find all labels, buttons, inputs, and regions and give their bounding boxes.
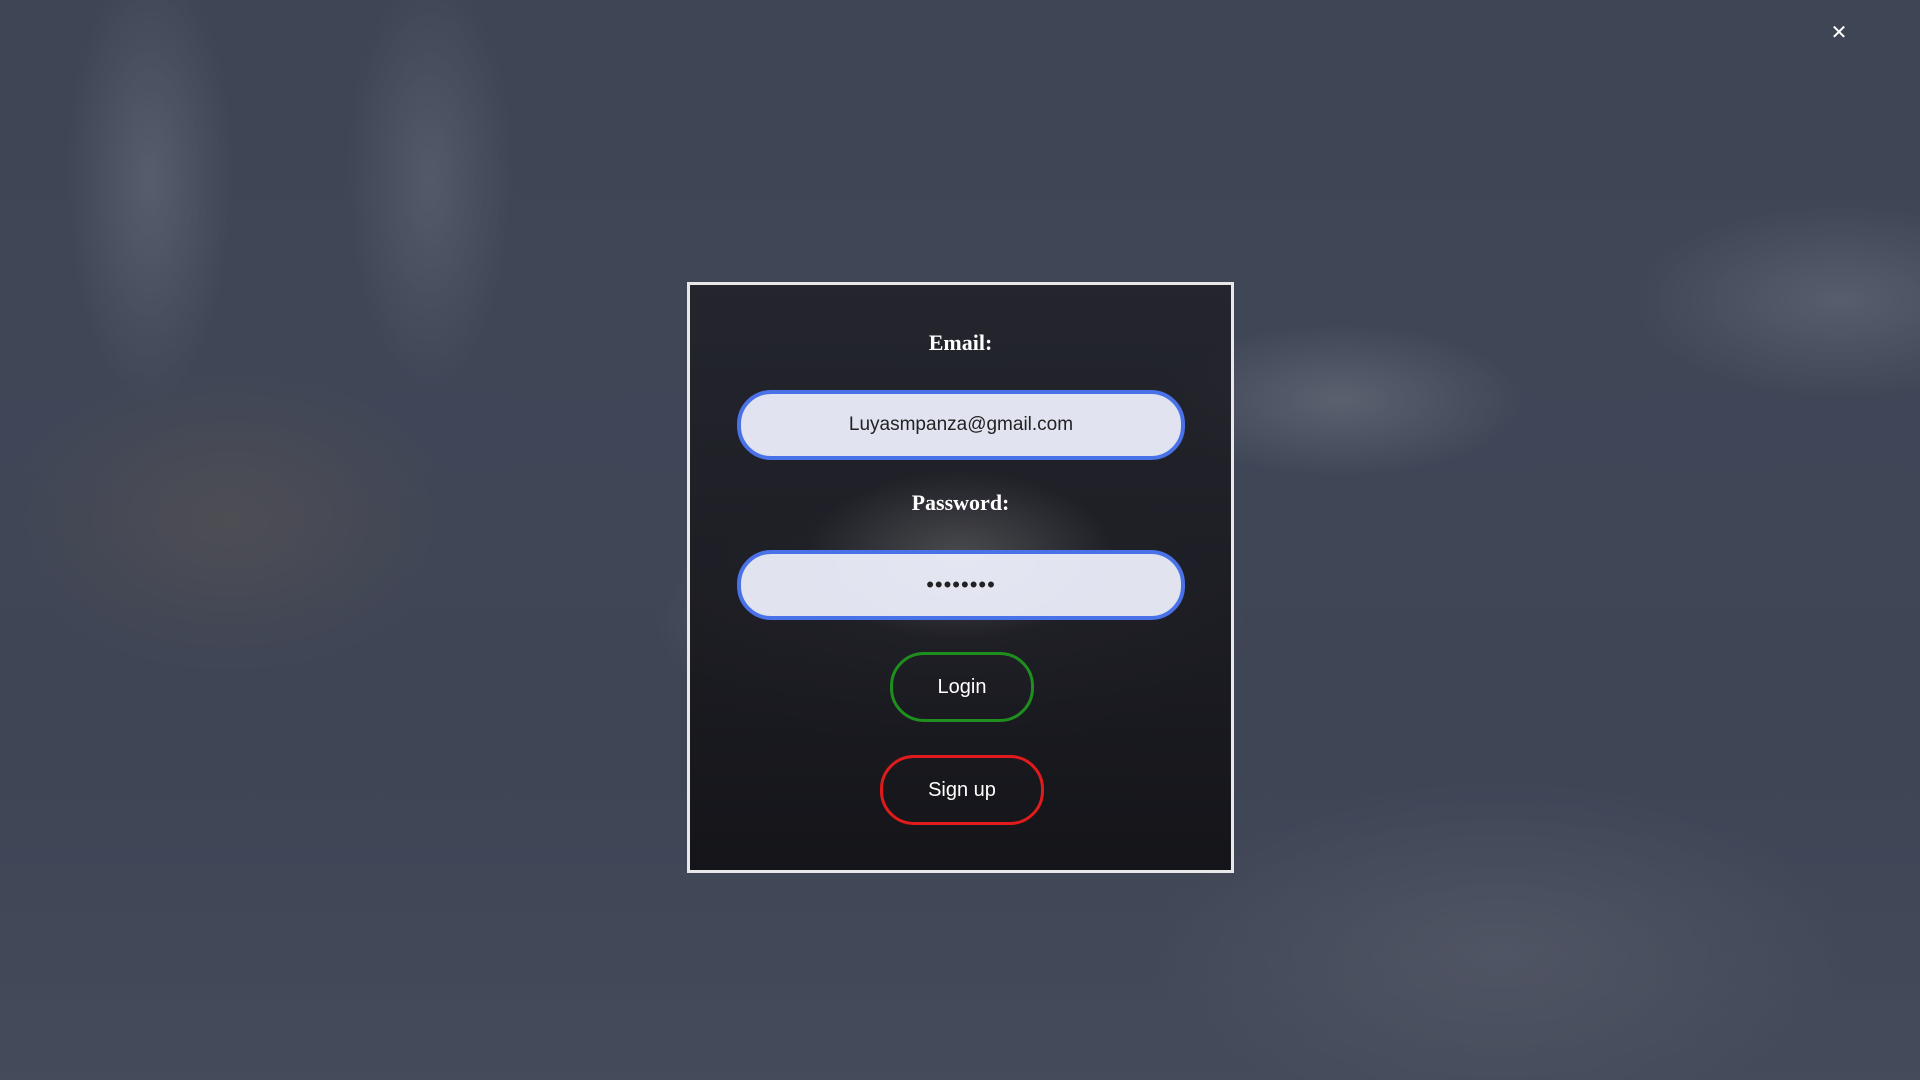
login-modal: Email: Password: Login Sign up xyxy=(687,282,1234,873)
password-label: Password: xyxy=(911,490,1010,515)
sign-up-button[interactable]: Sign up xyxy=(880,755,1044,825)
close-icon[interactable]: ✕ xyxy=(1828,22,1850,44)
email-label: Email: xyxy=(928,330,993,355)
login-button[interactable]: Login xyxy=(890,652,1034,722)
password-field[interactable] xyxy=(737,550,1185,620)
email-field[interactable] xyxy=(737,390,1185,460)
